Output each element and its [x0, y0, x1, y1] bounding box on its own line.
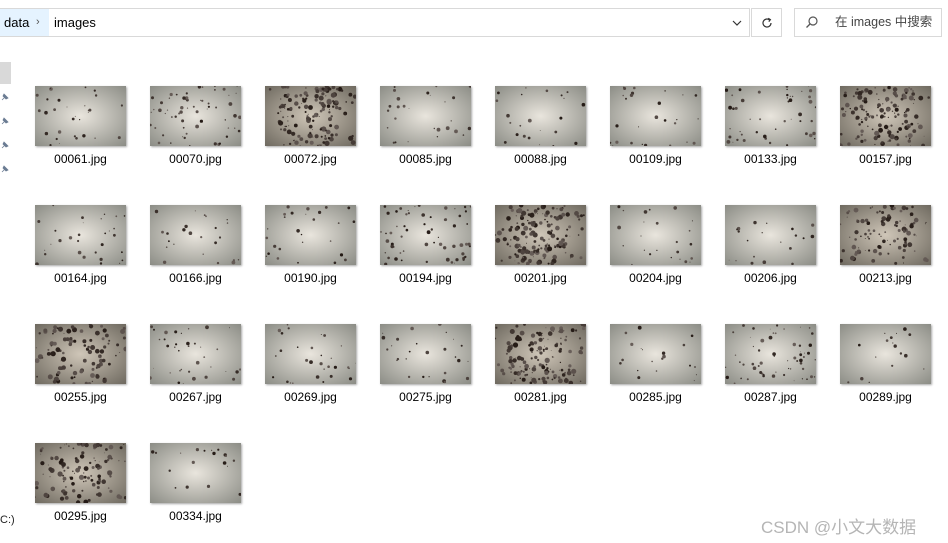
pin-icon: [1, 93, 9, 101]
image-thumbnail[interactable]: [150, 86, 241, 146]
file-name: 00070.jpg: [169, 152, 222, 166]
image-thumbnail[interactable]: [495, 324, 586, 384]
file-name: 00213.jpg: [859, 271, 912, 285]
address-history-dropdown[interactable]: [725, 9, 749, 36]
address-bar[interactable]: data › images: [0, 8, 750, 37]
file-item[interactable]: 00109.jpg: [610, 86, 710, 186]
search-box[interactable]: 在 images 中搜索: [794, 8, 942, 37]
file-item[interactable]: 00201.jpg: [495, 205, 595, 305]
file-name: 00088.jpg: [514, 152, 567, 166]
image-thumbnail[interactable]: [610, 324, 701, 384]
file-name: 00285.jpg: [629, 390, 682, 404]
file-name: 00194.jpg: [399, 271, 452, 285]
file-name: 00269.jpg: [284, 390, 337, 404]
image-thumbnail[interactable]: [265, 86, 356, 146]
file-item[interactable]: 00255.jpg: [35, 324, 135, 424]
file-name: 00204.jpg: [629, 271, 682, 285]
nav-item-selected[interactable]: [0, 62, 11, 84]
image-thumbnail[interactable]: [610, 205, 701, 265]
image-thumbnail[interactable]: [35, 86, 126, 146]
breadcrumb-images[interactable]: images: [54, 9, 96, 36]
refresh-icon: [761, 17, 772, 28]
file-item[interactable]: 00190.jpg: [265, 205, 365, 305]
breadcrumb-data[interactable]: data: [0, 9, 49, 36]
file-item[interactable]: 00061.jpg: [35, 86, 135, 186]
pin-icon: [1, 141, 9, 149]
file-item[interactable]: 00267.jpg: [150, 324, 250, 424]
file-name: 00295.jpg: [54, 509, 107, 523]
file-item[interactable]: 00285.jpg: [610, 324, 710, 424]
file-name: 00190.jpg: [284, 271, 337, 285]
file-name: 00157.jpg: [859, 152, 912, 166]
file-item[interactable]: 00133.jpg: [725, 86, 825, 186]
file-item[interactable]: 00206.jpg: [725, 205, 825, 305]
file-item[interactable]: 00164.jpg: [35, 205, 135, 305]
image-thumbnail[interactable]: [150, 324, 241, 384]
file-item[interactable]: 00166.jpg: [150, 205, 250, 305]
file-item[interactable]: 00295.jpg: [35, 443, 135, 543]
pin-icon: [1, 165, 9, 173]
file-name: 00133.jpg: [744, 152, 797, 166]
image-thumbnail[interactable]: [265, 205, 356, 265]
file-item[interactable]: 00281.jpg: [495, 324, 595, 424]
image-thumbnail[interactable]: [725, 205, 816, 265]
chevron-down-icon: [732, 20, 742, 26]
file-item[interactable]: 00194.jpg: [380, 205, 480, 305]
file-name: 00275.jpg: [399, 390, 452, 404]
image-thumbnail[interactable]: [35, 443, 126, 503]
file-name: 00166.jpg: [169, 271, 222, 285]
image-thumbnail[interactable]: [840, 205, 931, 265]
file-item[interactable]: 00269.jpg: [265, 324, 365, 424]
file-name: 00206.jpg: [744, 271, 797, 285]
file-name: 00072.jpg: [284, 152, 337, 166]
drive-label[interactable]: C:): [0, 514, 15, 526]
file-name: 00289.jpg: [859, 390, 912, 404]
file-name: 00281.jpg: [514, 390, 567, 404]
file-item[interactable]: 00070.jpg: [150, 86, 250, 186]
search-icon: [806, 16, 818, 28]
file-name: 00287.jpg: [744, 390, 797, 404]
image-thumbnail[interactable]: [150, 443, 241, 503]
file-item[interactable]: 00287.jpg: [725, 324, 825, 424]
image-thumbnail[interactable]: [610, 86, 701, 146]
file-item[interactable]: 00275.jpg: [380, 324, 480, 424]
file-item[interactable]: 00157.jpg: [840, 86, 940, 186]
image-thumbnail[interactable]: [840, 86, 931, 146]
file-item[interactable]: 00088.jpg: [495, 86, 595, 186]
search-input[interactable]: 在 images 中搜索: [835, 9, 932, 36]
pin-icon: [1, 117, 9, 125]
breadcrumb-separator[interactable]: ›: [36, 9, 40, 36]
file-item[interactable]: 00204.jpg: [610, 205, 710, 305]
refresh-button[interactable]: [751, 8, 782, 37]
file-item[interactable]: 00334.jpg: [150, 443, 250, 543]
file-name: 00061.jpg: [54, 152, 107, 166]
file-name: 00164.jpg: [54, 271, 107, 285]
watermark: CSDN @小文大数据: [761, 518, 917, 537]
image-thumbnail[interactable]: [495, 205, 586, 265]
image-thumbnail[interactable]: [35, 205, 126, 265]
image-thumbnail[interactable]: [380, 205, 471, 265]
file-name: 00255.jpg: [54, 390, 107, 404]
file-item[interactable]: 00289.jpg: [840, 324, 940, 424]
file-name: 00334.jpg: [169, 509, 222, 523]
file-item[interactable]: 00085.jpg: [380, 86, 480, 186]
image-thumbnail[interactable]: [380, 324, 471, 384]
image-thumbnail[interactable]: [150, 205, 241, 265]
image-thumbnail[interactable]: [265, 324, 356, 384]
image-thumbnail[interactable]: [725, 324, 816, 384]
file-name: 00201.jpg: [514, 271, 567, 285]
image-thumbnail[interactable]: [495, 86, 586, 146]
image-thumbnail[interactable]: [35, 324, 126, 384]
file-item[interactable]: 00213.jpg: [840, 205, 940, 305]
file-name: 00267.jpg: [169, 390, 222, 404]
image-thumbnail[interactable]: [380, 86, 471, 146]
image-thumbnail[interactable]: [840, 324, 931, 384]
file-name: 00085.jpg: [399, 152, 452, 166]
image-thumbnail[interactable]: [725, 86, 816, 146]
file-name: 00109.jpg: [629, 152, 682, 166]
file-item[interactable]: 00072.jpg: [265, 86, 365, 186]
